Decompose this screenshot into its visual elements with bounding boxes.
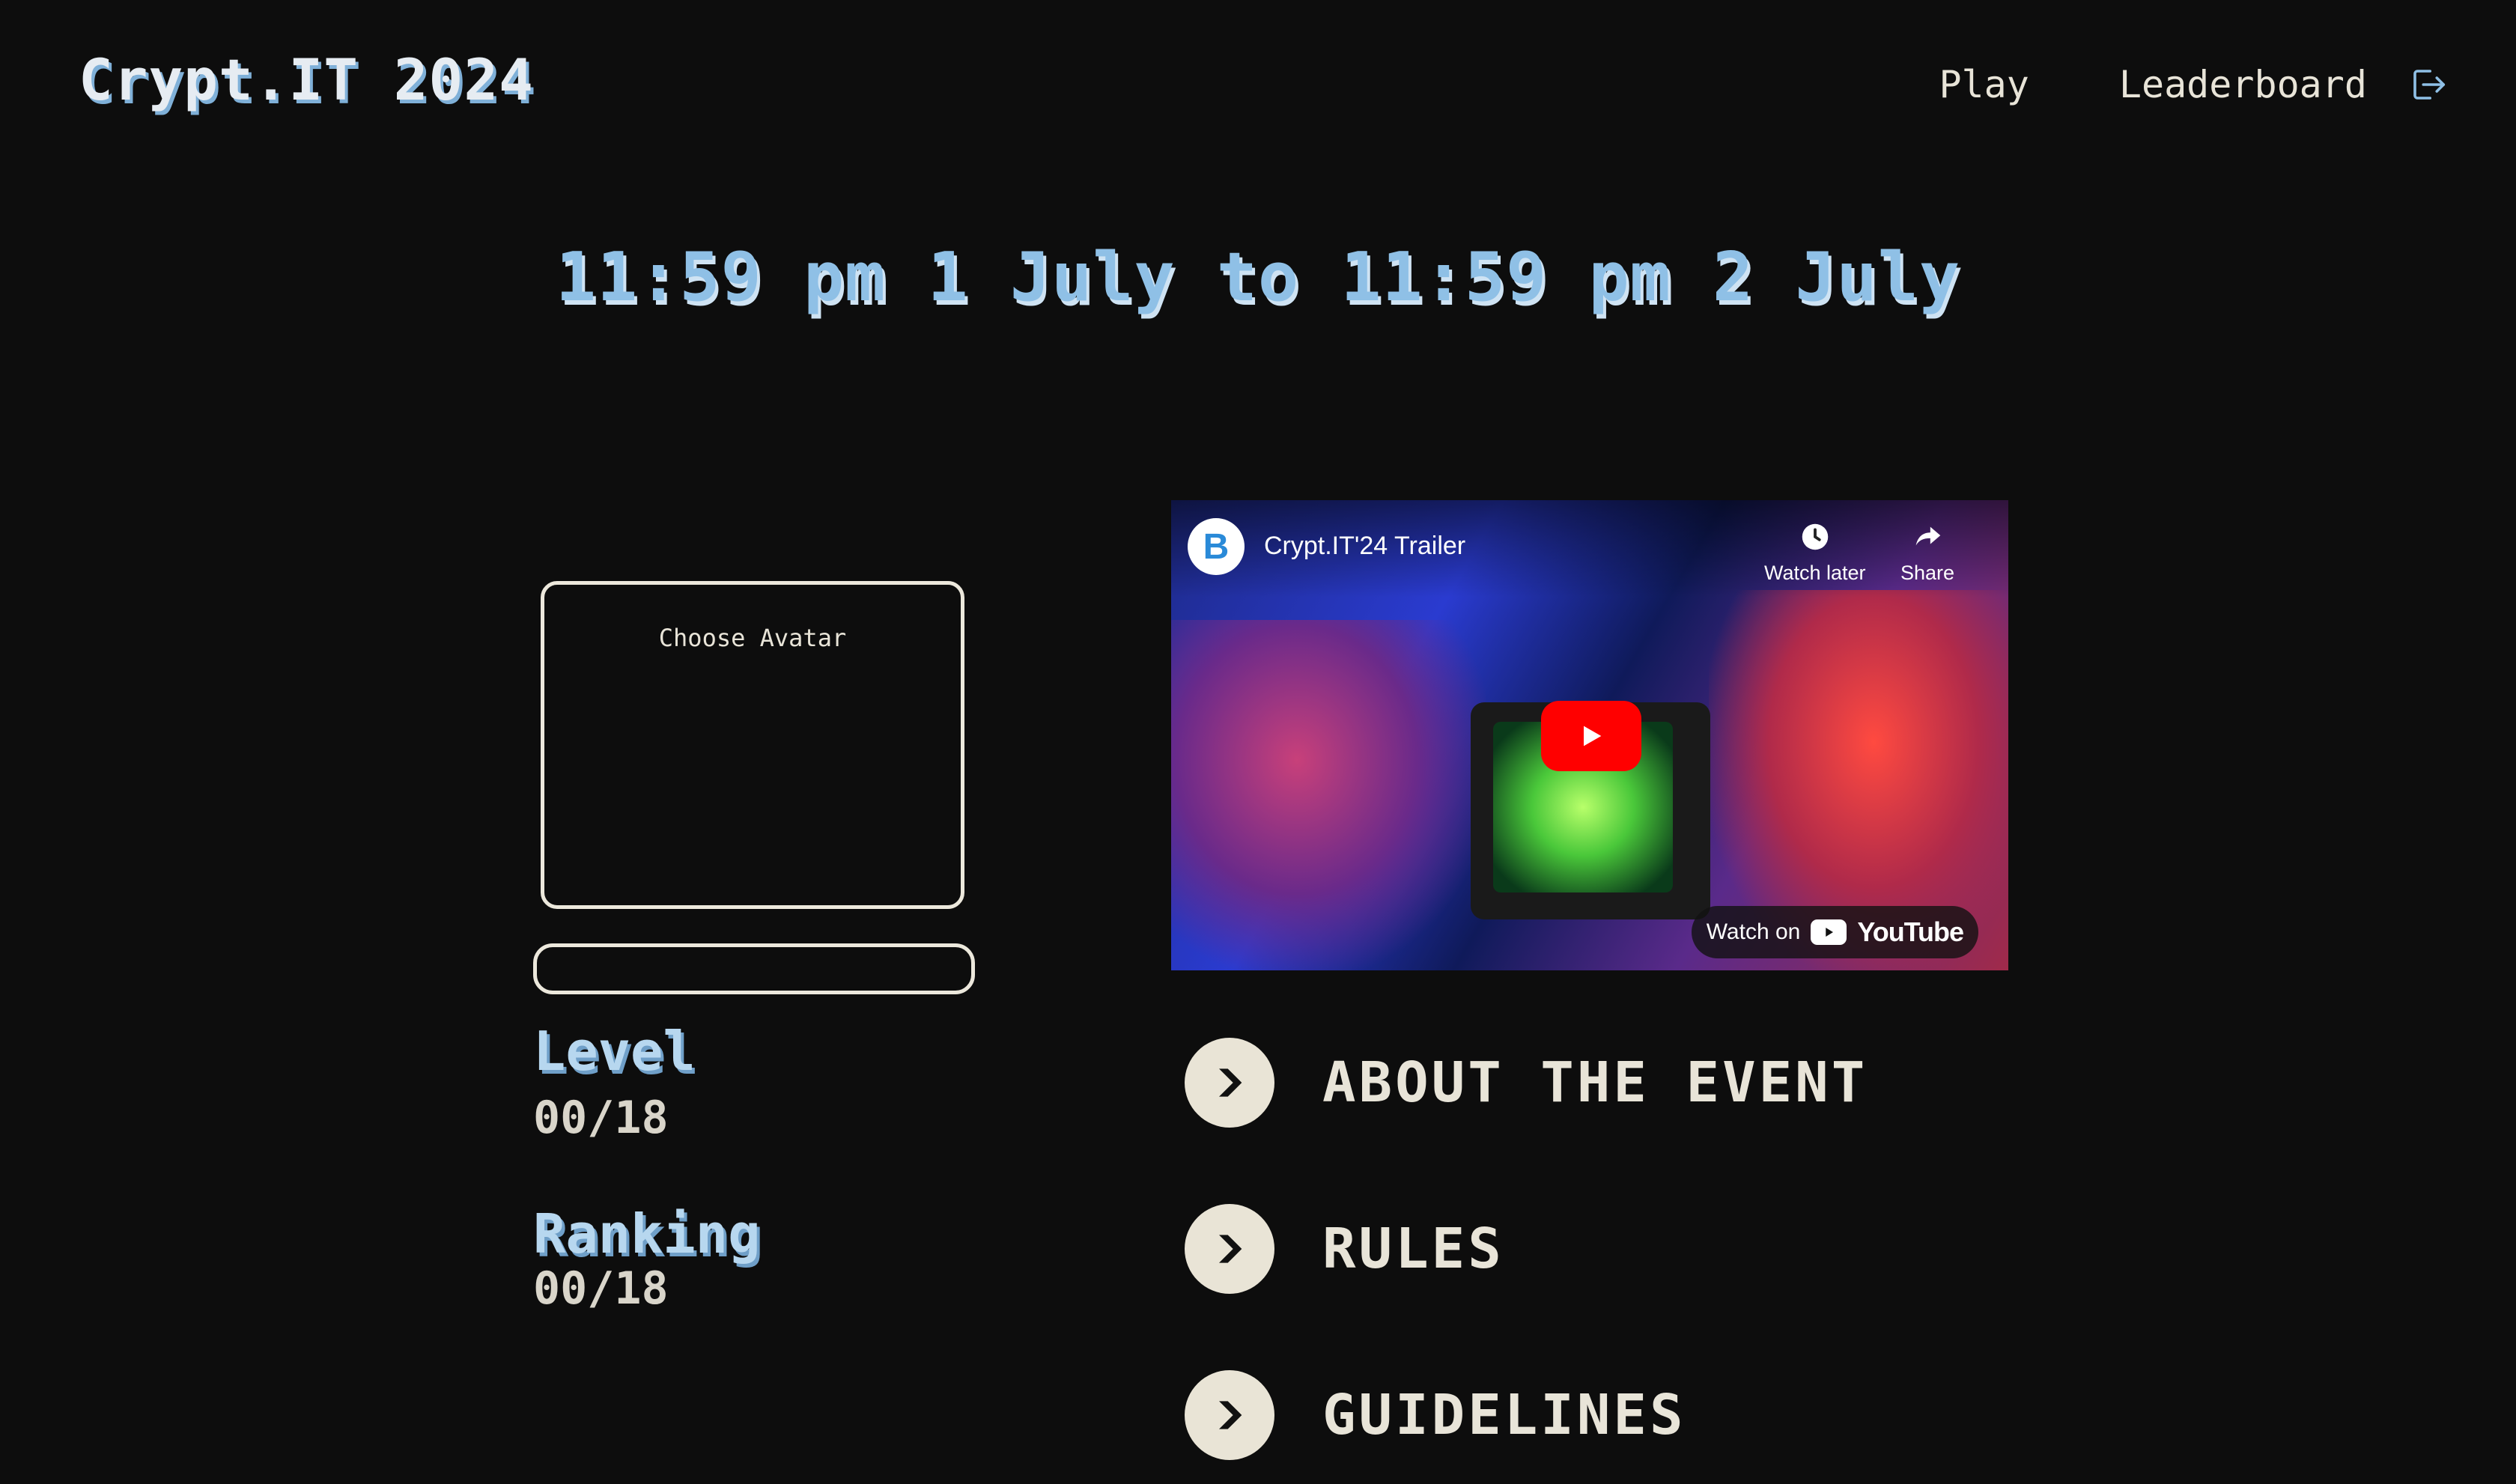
choose-avatar-label: Choose Avatar xyxy=(658,624,847,652)
event-time: 11:59 pm 1 July to 11:59 pm 2 July xyxy=(555,238,1961,317)
chevron-right-icon xyxy=(1185,1038,1274,1128)
nav-play-link[interactable]: Play xyxy=(1939,63,2029,106)
about-the-event-item[interactable]: ABOUT THE EVENT xyxy=(1185,1038,1868,1128)
chevron-right-icon xyxy=(1185,1204,1274,1294)
level-label: Level xyxy=(533,1020,696,1083)
rules-item[interactable]: RULES xyxy=(1185,1204,1504,1294)
level-value: 00/18 xyxy=(533,1092,669,1144)
watch-later-button[interactable]: Watch later xyxy=(1764,520,1866,585)
share-button[interactable]: Share xyxy=(1900,520,1954,585)
chevron-right-icon xyxy=(1185,1370,1274,1460)
top-nav: Play Leaderboard xyxy=(1939,63,2449,106)
share-label: Share xyxy=(1900,562,1955,584)
nav-leaderboard-link[interactable]: Leaderboard xyxy=(2119,63,2367,106)
trailer-video-player[interactable]: B Crypt.IT'24 Trailer Watch later Share … xyxy=(1171,500,2008,970)
guidelines-item[interactable]: GUIDELINES xyxy=(1185,1370,1686,1460)
play-icon[interactable] xyxy=(1541,701,1641,771)
watch-on-youtube-button[interactable]: Watch on YouTube xyxy=(1691,906,1978,958)
about-the-event-label: ABOUT THE EVENT xyxy=(1322,1050,1868,1115)
video-title[interactable]: Crypt.IT'24 Trailer xyxy=(1264,532,1465,561)
watch-on-label: Watch on xyxy=(1706,919,1801,944)
channel-avatar-letter: B xyxy=(1203,526,1230,567)
clock-icon xyxy=(1802,523,1829,550)
ranking-label: Ranking xyxy=(533,1202,761,1265)
logout-icon[interactable] xyxy=(2408,64,2449,105)
brand-logo[interactable]: Crypt.IT 2024 xyxy=(79,46,534,113)
youtube-icon xyxy=(1811,919,1847,945)
video-thumbnail-left xyxy=(1171,620,1486,970)
choose-avatar-box[interactable]: Choose Avatar xyxy=(541,581,964,909)
level-progress-bar xyxy=(533,943,975,994)
channel-avatar[interactable]: B xyxy=(1188,518,1245,575)
share-icon xyxy=(1915,526,1941,546)
play-triangle-icon xyxy=(1584,726,1602,746)
watch-later-label: Watch later xyxy=(1764,562,1866,584)
ranking-value: 00/18 xyxy=(533,1262,669,1315)
rules-label: RULES xyxy=(1322,1217,1504,1281)
youtube-wordmark: YouTube xyxy=(1857,916,1964,947)
guidelines-label: GUIDELINES xyxy=(1322,1383,1686,1447)
page: Crypt.IT 2024 Play Leaderboard 11:59 pm … xyxy=(0,0,2516,1484)
